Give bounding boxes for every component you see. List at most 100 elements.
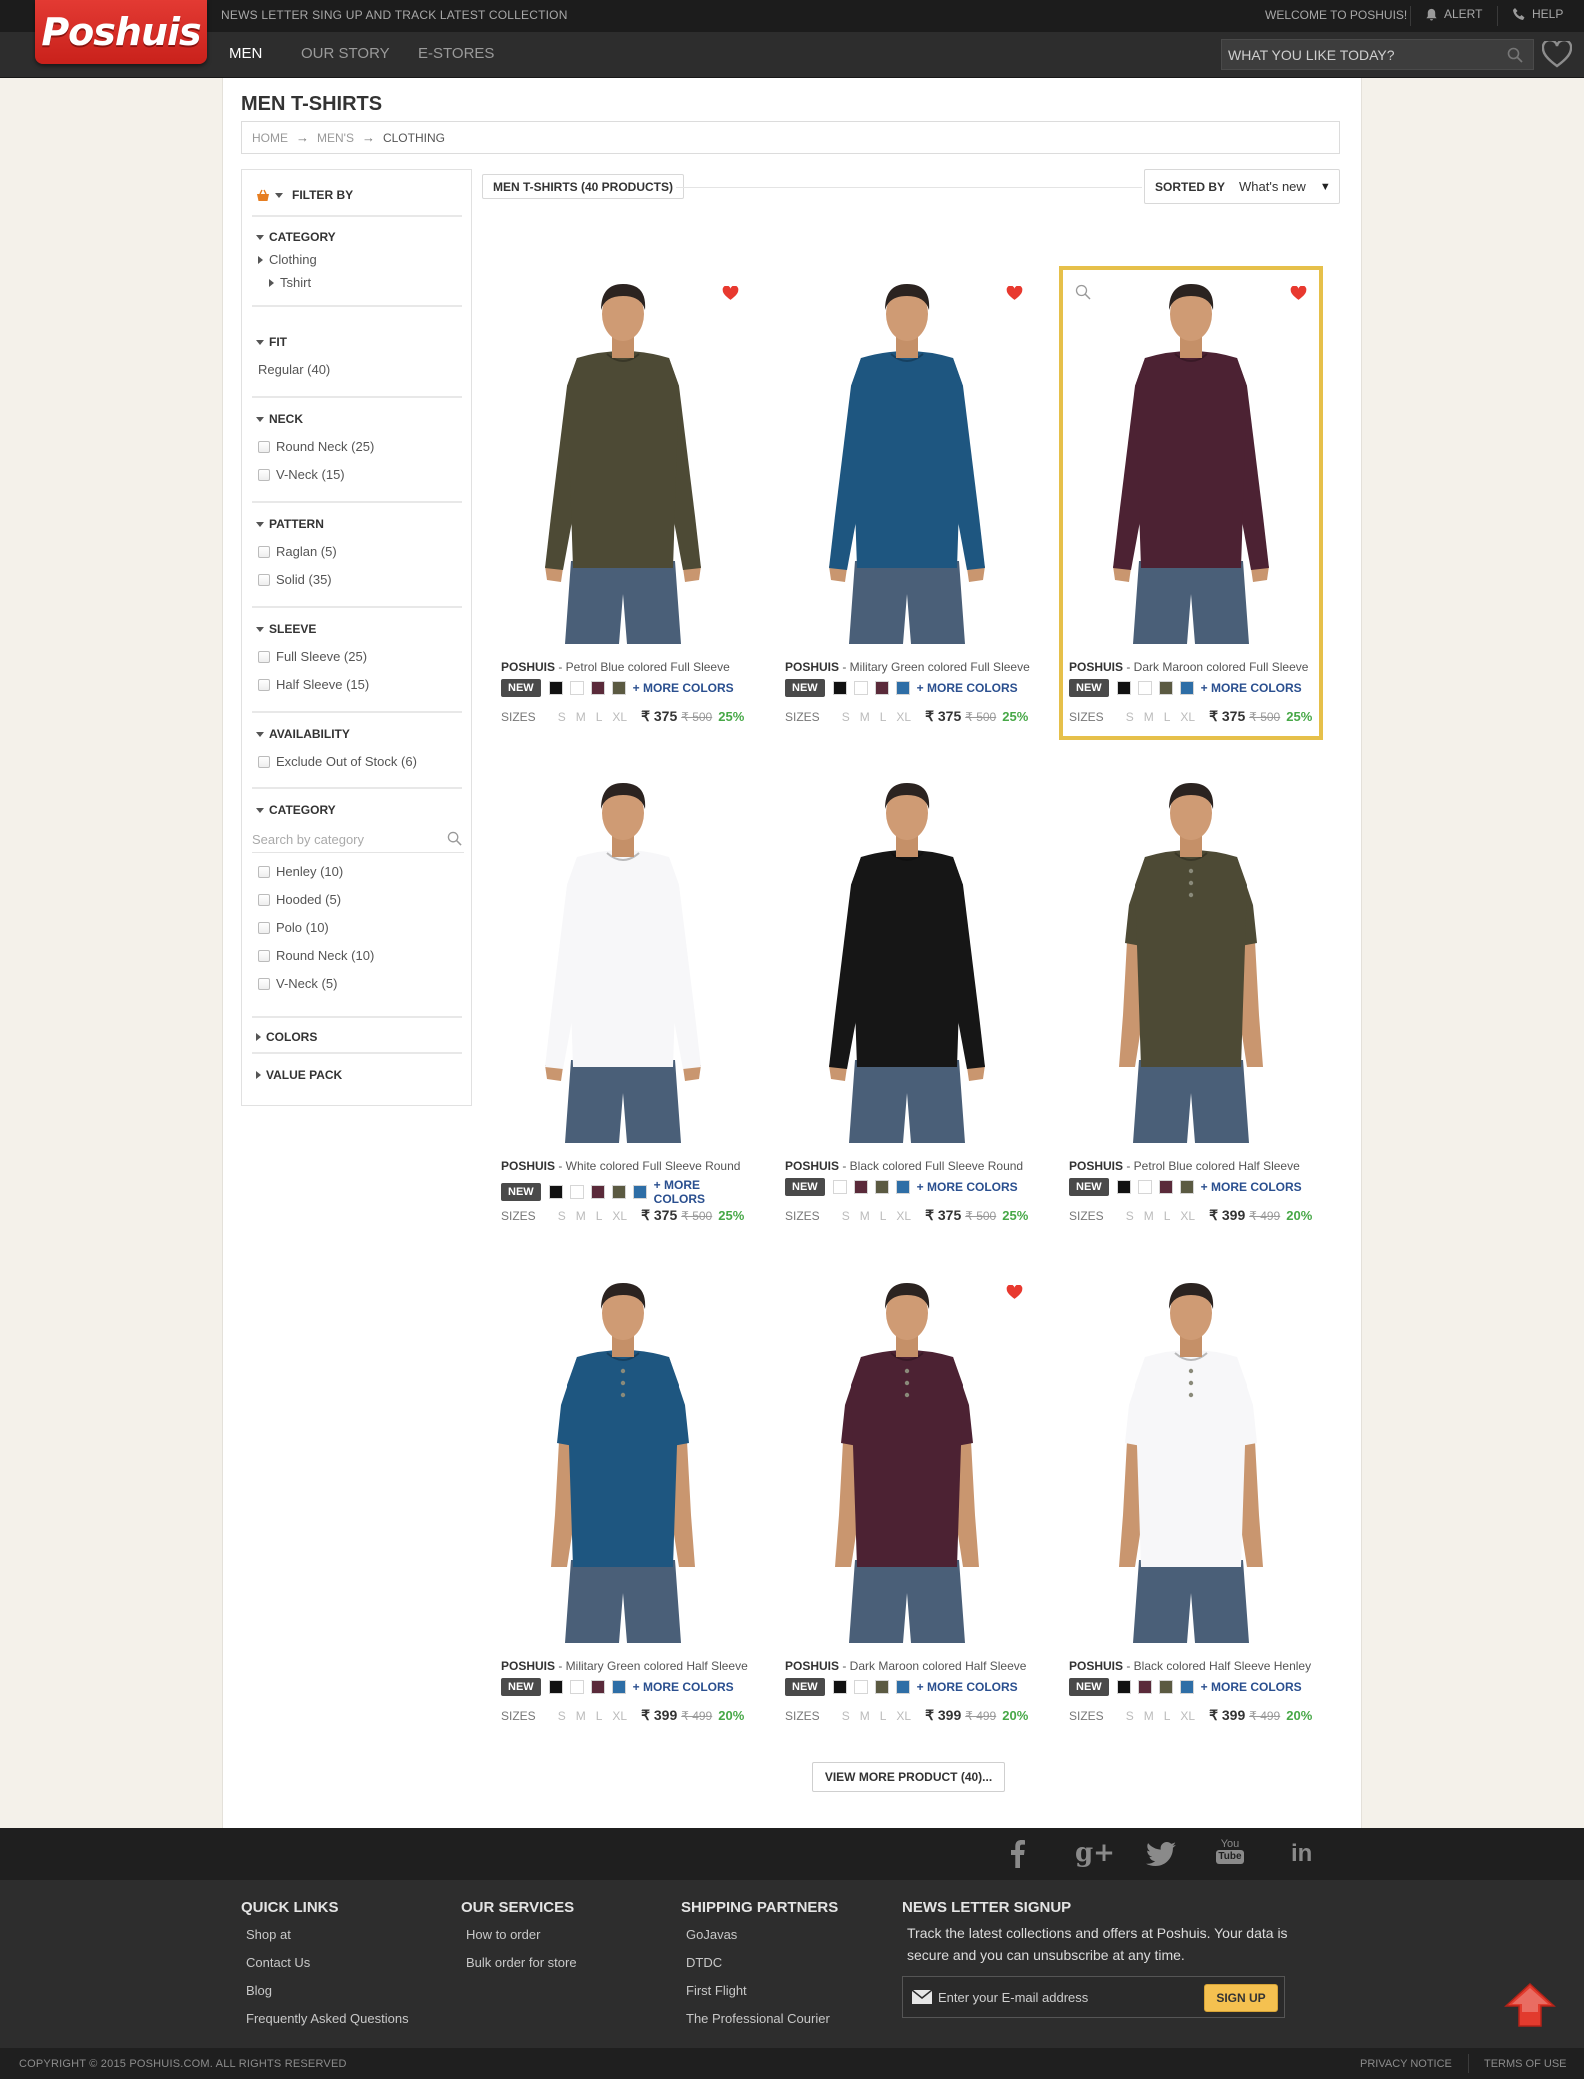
search-input[interactable]	[1222, 40, 1502, 69]
alert-link[interactable]: ALERT	[1425, 7, 1482, 21]
size-option[interactable]: L	[1164, 1709, 1171, 1723]
size-option[interactable]: L	[880, 1209, 887, 1223]
product-image[interactable]	[501, 775, 745, 1143]
pattern-raglan-option[interactable]: Raglan (5)	[258, 544, 337, 559]
size-option[interactable]: S	[842, 1709, 850, 1723]
product-image[interactable]	[785, 775, 1029, 1143]
size-option[interactable]: S	[558, 1209, 566, 1223]
sort-dropdown[interactable]: SORTED BY What's new ▼	[1144, 169, 1340, 204]
category-clothing[interactable]: Clothing	[258, 252, 317, 267]
size-option[interactable]: M	[1144, 1209, 1154, 1223]
checkbox[interactable]	[258, 678, 270, 691]
more-colors-link[interactable]: + MORE COLORS	[917, 681, 1018, 695]
color-swatch[interactable]	[611, 681, 626, 695]
size-option[interactable]: S	[842, 710, 850, 724]
color-swatch[interactable]	[1158, 1680, 1173, 1694]
size-option[interactable]: M	[576, 710, 586, 724]
poshuis-logo[interactable]: Poshuis	[35, 0, 207, 64]
size-option[interactable]: M	[576, 1709, 586, 1723]
product-card[interactable]: POSHUIS - Black colored Half Sleeve Henl…	[1061, 1267, 1321, 1737]
size-option[interactable]: XL	[896, 1209, 911, 1223]
size-option[interactable]: M	[860, 710, 870, 724]
size-option[interactable]: M	[576, 1209, 586, 1223]
product-card[interactable]: POSHUIS - White colored Full Sleeve Roun…	[493, 767, 753, 1237]
size-option[interactable]: XL	[1180, 1209, 1195, 1223]
color-swatch[interactable]	[611, 1185, 626, 1199]
privacy-notice-link[interactable]: PRIVACY NOTICE	[1360, 2058, 1452, 2070]
color-swatch[interactable]	[611, 1680, 626, 1694]
color-swatch[interactable]	[832, 1180, 847, 1194]
color-swatch[interactable]	[874, 681, 889, 695]
color-swatch[interactable]	[853, 1680, 868, 1694]
product-card[interactable]: POSHUIS - Military Green colored Full Sl…	[777, 268, 1037, 738]
product-title[interactable]: POSHUIS - Dark Maroon colored Half Sleev…	[785, 1659, 1026, 1673]
youtube-icon[interactable]: You Tube	[1216, 1838, 1244, 1864]
sign-up-button[interactable]: SIGN UP	[1204, 1984, 1278, 2012]
search-icon[interactable]	[447, 831, 462, 846]
wishlist-heart-icon[interactable]	[1006, 1285, 1023, 1300]
newsletter-promo-link[interactable]: NEWS LETTER SING UP AND TRACK LATEST COL…	[221, 8, 568, 22]
pattern-header[interactable]: PATTERN	[256, 517, 324, 531]
value-pack-header[interactable]: VALUE PACK	[256, 1068, 342, 1082]
color-swatch[interactable]	[1116, 1680, 1131, 1694]
google-plus-icon[interactable]: g+	[1075, 1838, 1115, 1868]
sleeve-full-option[interactable]: Full Sleeve (25)	[258, 649, 367, 664]
size-option[interactable]: XL	[612, 710, 627, 724]
category-tshirt[interactable]: Tshirt	[269, 275, 311, 290]
size-option[interactable]: M	[860, 1209, 870, 1223]
size-option[interactable]: L	[1164, 710, 1171, 724]
product-card[interactable]: POSHUIS - Black colored Full Sleeve Roun…	[777, 767, 1037, 1237]
size-option[interactable]: XL	[612, 1709, 627, 1723]
size-option[interactable]: S	[558, 1709, 566, 1723]
product-title[interactable]: POSHUIS - Petrol Blue colored Full Sleev…	[501, 660, 730, 674]
wishlist-heart-icon[interactable]	[1006, 286, 1023, 301]
product-title[interactable]: POSHUIS - Black colored Full Sleeve Roun…	[785, 1159, 1023, 1173]
product-title[interactable]: POSHUIS - White colored Full Sleeve Roun…	[501, 1159, 740, 1173]
color-swatch[interactable]	[590, 1680, 605, 1694]
product-image[interactable]	[1069, 1275, 1313, 1643]
size-option[interactable]: L	[1164, 1209, 1171, 1223]
newsletter-email-input[interactable]	[938, 1985, 1198, 2009]
checkbox[interactable]	[258, 949, 270, 962]
color-swatch[interactable]	[1137, 1680, 1152, 1694]
more-colors-link[interactable]: + MORE COLORS	[654, 1178, 753, 1206]
size-option[interactable]: S	[1126, 1709, 1134, 1723]
filter-by-header[interactable]: FILTER BY	[256, 188, 353, 202]
product-card[interactable]: POSHUIS - Petrol Blue colored Full Sleev…	[493, 268, 753, 738]
exclude-out-of-stock-option[interactable]: Exclude Out of Stock (6)	[258, 754, 417, 769]
color-swatch[interactable]	[590, 1185, 605, 1199]
color-swatch[interactable]	[1137, 681, 1152, 695]
color-swatch[interactable]	[548, 1680, 563, 1694]
footer-link-dtdc[interactable]: DTDC	[686, 1955, 722, 1970]
footer-link-first-flight[interactable]: First Flight	[686, 1983, 747, 1998]
color-swatch[interactable]	[632, 1185, 647, 1199]
category-henley-option[interactable]: Henley (10)	[258, 864, 343, 879]
color-swatch[interactable]	[1179, 1680, 1194, 1694]
footer-link-professional-courier[interactable]: The Professional Courier	[686, 2011, 830, 2026]
product-title[interactable]: POSHUIS - Military Green colored Half Sl…	[501, 1659, 748, 1673]
checkbox[interactable]	[258, 440, 270, 453]
checkbox[interactable]	[258, 893, 270, 906]
wishlist-heart-icon[interactable]	[722, 286, 739, 301]
footer-link-bulk-order[interactable]: Bulk order for store	[466, 1955, 577, 1970]
checkbox[interactable]	[258, 921, 270, 934]
category-v-neck-option[interactable]: V-Neck (5)	[258, 976, 337, 991]
footer-link-contact-us[interactable]: Contact Us	[246, 1955, 310, 1970]
color-swatch[interactable]	[874, 1180, 889, 1194]
wishlist-heart-icon[interactable]	[1542, 41, 1572, 68]
color-swatch[interactable]	[569, 1680, 584, 1694]
more-colors-link[interactable]: + MORE COLORS	[917, 1680, 1018, 1694]
size-option[interactable]: L	[880, 710, 887, 724]
category-round-neck-option[interactable]: Round Neck (10)	[258, 948, 374, 963]
view-more-button[interactable]: VIEW MORE PRODUCT (40)...	[812, 1762, 1005, 1792]
more-colors-link[interactable]: + MORE COLORS	[917, 1180, 1018, 1194]
more-colors-link[interactable]: + MORE COLORS	[1201, 681, 1302, 695]
size-option[interactable]: S	[842, 1209, 850, 1223]
product-card[interactable]: POSHUIS - Military Green colored Half Sl…	[493, 1267, 753, 1737]
category-hooded-option[interactable]: Hooded (5)	[258, 892, 341, 907]
help-link[interactable]: HELP	[1512, 7, 1563, 21]
linkedin-icon[interactable]: in	[1291, 1840, 1312, 1868]
color-swatch[interactable]	[590, 681, 605, 695]
color-swatch[interactable]	[1158, 681, 1173, 695]
zoom-icon[interactable]	[1075, 284, 1091, 300]
